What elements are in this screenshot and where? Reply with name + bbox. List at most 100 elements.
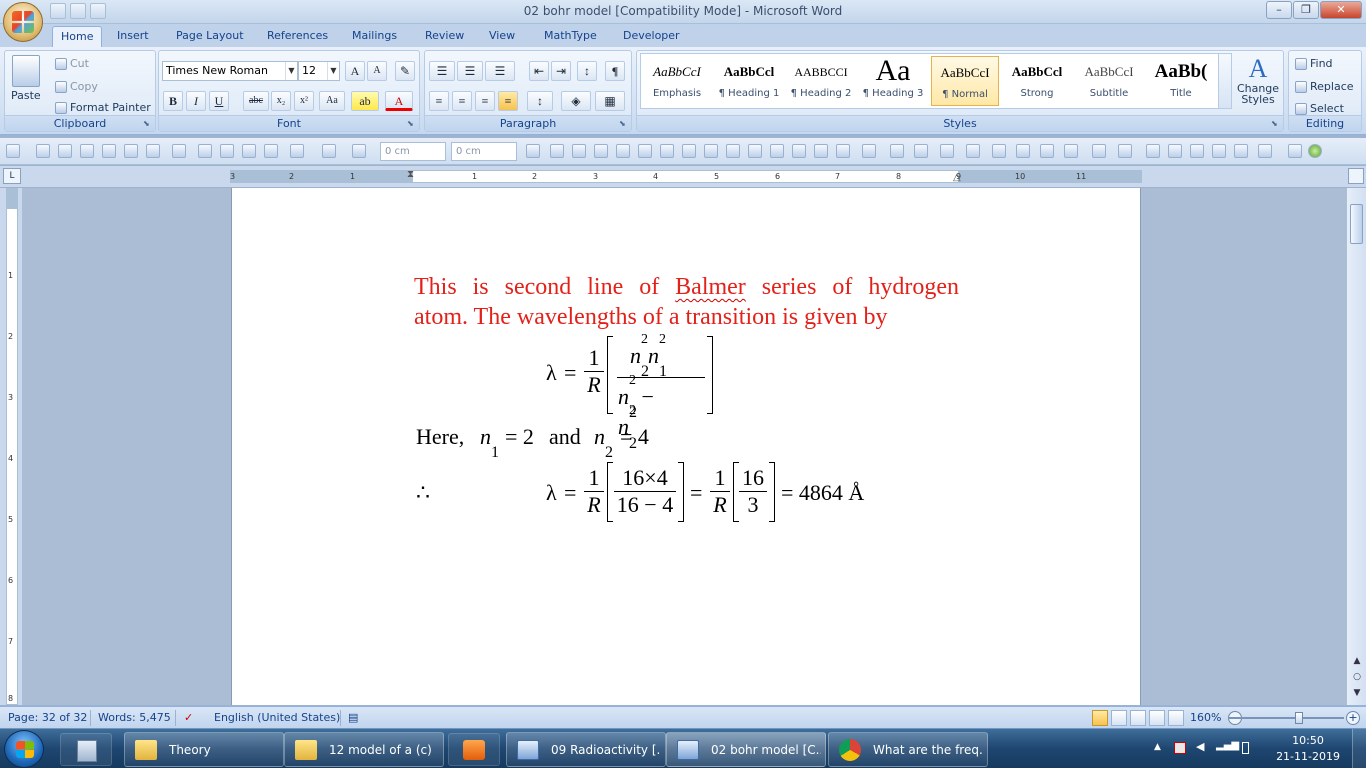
select-button[interactable]: Select xyxy=(1295,102,1344,115)
toolbar-icon[interactable] xyxy=(966,144,980,158)
tab-developer[interactable]: Developer xyxy=(615,26,688,47)
zoom-in-icon[interactable]: + xyxy=(1346,711,1360,725)
toolbar-icon[interactable] xyxy=(748,144,762,158)
copy-button[interactable]: Copy xyxy=(55,80,98,93)
change-styles-button[interactable]: A Change Styles xyxy=(1236,55,1280,106)
toolbar-icon[interactable] xyxy=(660,144,674,158)
dialog-launcher-icon[interactable]: ⬊ xyxy=(143,119,153,129)
toolbar-icon[interactable] xyxy=(1092,144,1106,158)
borders-icon[interactable]: ▦ xyxy=(595,91,625,111)
style-heading-1[interactable]: AaBbCcl ¶ Heading 1 xyxy=(715,56,783,106)
close-button[interactable]: ✕ xyxy=(1320,1,1362,19)
highlight-icon[interactable]: ab xyxy=(351,91,379,111)
clear-format-icon[interactable]: ✎ xyxy=(395,61,415,81)
tab-review[interactable]: Review xyxy=(417,26,472,47)
toolbar-icon[interactable] xyxy=(526,144,540,158)
minimize-button[interactable]: – xyxy=(1266,1,1292,19)
toolbar-icon[interactable] xyxy=(704,144,718,158)
toolbar-icon[interactable] xyxy=(264,144,278,158)
clock[interactable]: 10:50 21-11-2019 xyxy=(1276,733,1340,765)
ruler-strip[interactable]: 3 2 1 1 2 3 4 5 6 7 8 9 10 11 ⧗ △ xyxy=(230,169,1142,183)
right-indent-marker-icon[interactable]: △ xyxy=(953,172,961,183)
dialog-launcher-icon[interactable]: ⬊ xyxy=(619,119,629,129)
toolbar-icon[interactable] xyxy=(352,144,366,158)
word-count[interactable]: Words: 5,475 xyxy=(98,711,171,724)
toolbar-icon[interactable] xyxy=(616,144,630,158)
restore-button[interactable]: ❐ xyxy=(1293,1,1319,19)
toolbar-icon[interactable] xyxy=(1118,144,1132,158)
toolbar-icon[interactable] xyxy=(102,144,116,158)
toolbar-icon[interactable] xyxy=(940,144,954,158)
full-screen-view-icon[interactable] xyxy=(1111,710,1127,726)
indent-marker-icon[interactable]: ⧗ xyxy=(407,169,414,180)
cut-button[interactable]: Cut xyxy=(55,57,89,70)
zoom-slider[interactable] xyxy=(1228,717,1344,719)
toolbar-icon[interactable] xyxy=(220,144,234,158)
taskbar-item-chrome[interactable]: What are the freq... xyxy=(828,732,988,767)
toolbar-icon[interactable] xyxy=(36,144,50,158)
numbering-icon[interactable]: ☰ xyxy=(457,61,483,81)
browse-buttons[interactable]: ▲ ○ ▼ xyxy=(1352,653,1362,701)
show-marks-icon[interactable]: ¶ xyxy=(605,61,625,81)
calculator-icon[interactable] xyxy=(60,733,112,766)
gallery-scroll[interactable] xyxy=(1218,53,1232,109)
increase-indent-icon[interactable]: ⇥ xyxy=(551,61,571,81)
taskbar-item-bohr-model[interactable]: 02 bohr model [C... xyxy=(666,732,826,767)
draft-view-icon[interactable] xyxy=(1168,710,1184,726)
toolbar-icon[interactable] xyxy=(992,144,1006,158)
tab-mathtype[interactable]: MathType xyxy=(536,26,605,47)
line-spacing-icon[interactable]: ↕ xyxy=(527,91,553,111)
toolbar-icon[interactable] xyxy=(638,144,652,158)
style-normal[interactable]: AaBbCcI ¶ Normal xyxy=(931,56,999,106)
toolbar-icon[interactable] xyxy=(836,144,850,158)
toolbar-icon[interactable] xyxy=(322,144,336,158)
toolbar-icon[interactable] xyxy=(1016,144,1030,158)
bold-button[interactable]: B xyxy=(163,91,183,111)
toolbar-icon[interactable] xyxy=(914,144,928,158)
tab-page-layout[interactable]: Page Layout xyxy=(168,26,252,47)
toolbar-icon[interactable] xyxy=(146,144,160,158)
taskbar-item-12-model[interactable]: 12 model of a (c) xyxy=(284,732,444,767)
document-page[interactable] xyxy=(231,188,1141,705)
toolbar-icon[interactable] xyxy=(1234,144,1248,158)
toolbar-icon[interactable] xyxy=(550,144,564,158)
toolbar-icon[interactable] xyxy=(198,144,212,158)
proofing-icon[interactable]: ✓ xyxy=(184,711,193,724)
paste-button[interactable]: Paste xyxy=(11,55,41,102)
toolbar-icon[interactable] xyxy=(1288,144,1302,158)
taskbar-item-radioactivity[interactable]: 09 Radioactivity [... xyxy=(506,732,666,767)
strikethrough-button[interactable]: abc xyxy=(243,91,269,111)
toolbar-icon[interactable] xyxy=(172,144,186,158)
page-count[interactable]: Page: 32 of 32 xyxy=(8,711,87,724)
show-hidden-icons-icon[interactable]: ▲ xyxy=(1154,742,1166,754)
tab-references[interactable]: References xyxy=(259,26,336,47)
toolbar-icon[interactable] xyxy=(814,144,828,158)
replace-button[interactable]: Replace xyxy=(1295,80,1354,93)
toolbar-icon[interactable] xyxy=(58,144,72,158)
format-painter-button[interactable]: Format Painter xyxy=(55,101,151,114)
find-button[interactable]: Find xyxy=(1295,57,1333,70)
toolbar-icon[interactable] xyxy=(770,144,784,158)
show-desktop-button[interactable] xyxy=(1352,729,1366,768)
toolbar-icon[interactable] xyxy=(572,144,586,158)
toolbar-icon[interactable] xyxy=(1258,144,1272,158)
signal-icon[interactable]: ▂▄▆ xyxy=(1216,740,1239,752)
toolbar-icon[interactable] xyxy=(242,144,256,158)
font-family-select[interactable]: Times New Roman ▼ xyxy=(162,61,298,81)
toolbar-icon[interactable] xyxy=(1212,144,1226,158)
network-icon[interactable] xyxy=(1174,742,1186,754)
font-size-select[interactable]: 12 ▼ xyxy=(298,61,340,81)
toolbar-icon[interactable] xyxy=(80,144,94,158)
decrease-indent-icon[interactable]: ⇤ xyxy=(529,61,549,81)
style-heading-2[interactable]: AABBCCI ¶ Heading 2 xyxy=(787,56,855,106)
subscript-button[interactable]: x₂ xyxy=(271,91,291,111)
italic-button[interactable]: I xyxy=(186,91,206,111)
toolbar-icon[interactable] xyxy=(290,144,304,158)
style-heading-3[interactable]: Aa ¶ Heading 3 xyxy=(859,56,927,106)
tab-view[interactable]: View xyxy=(481,26,523,47)
volume-icon[interactable]: ◀ xyxy=(1196,740,1208,753)
print-layout-view-icon[interactable] xyxy=(1092,710,1108,726)
align-center-icon[interactable]: ≡ xyxy=(452,91,472,111)
bullets-icon[interactable]: ☰ xyxy=(429,61,455,81)
toolbar-icon[interactable] xyxy=(792,144,806,158)
